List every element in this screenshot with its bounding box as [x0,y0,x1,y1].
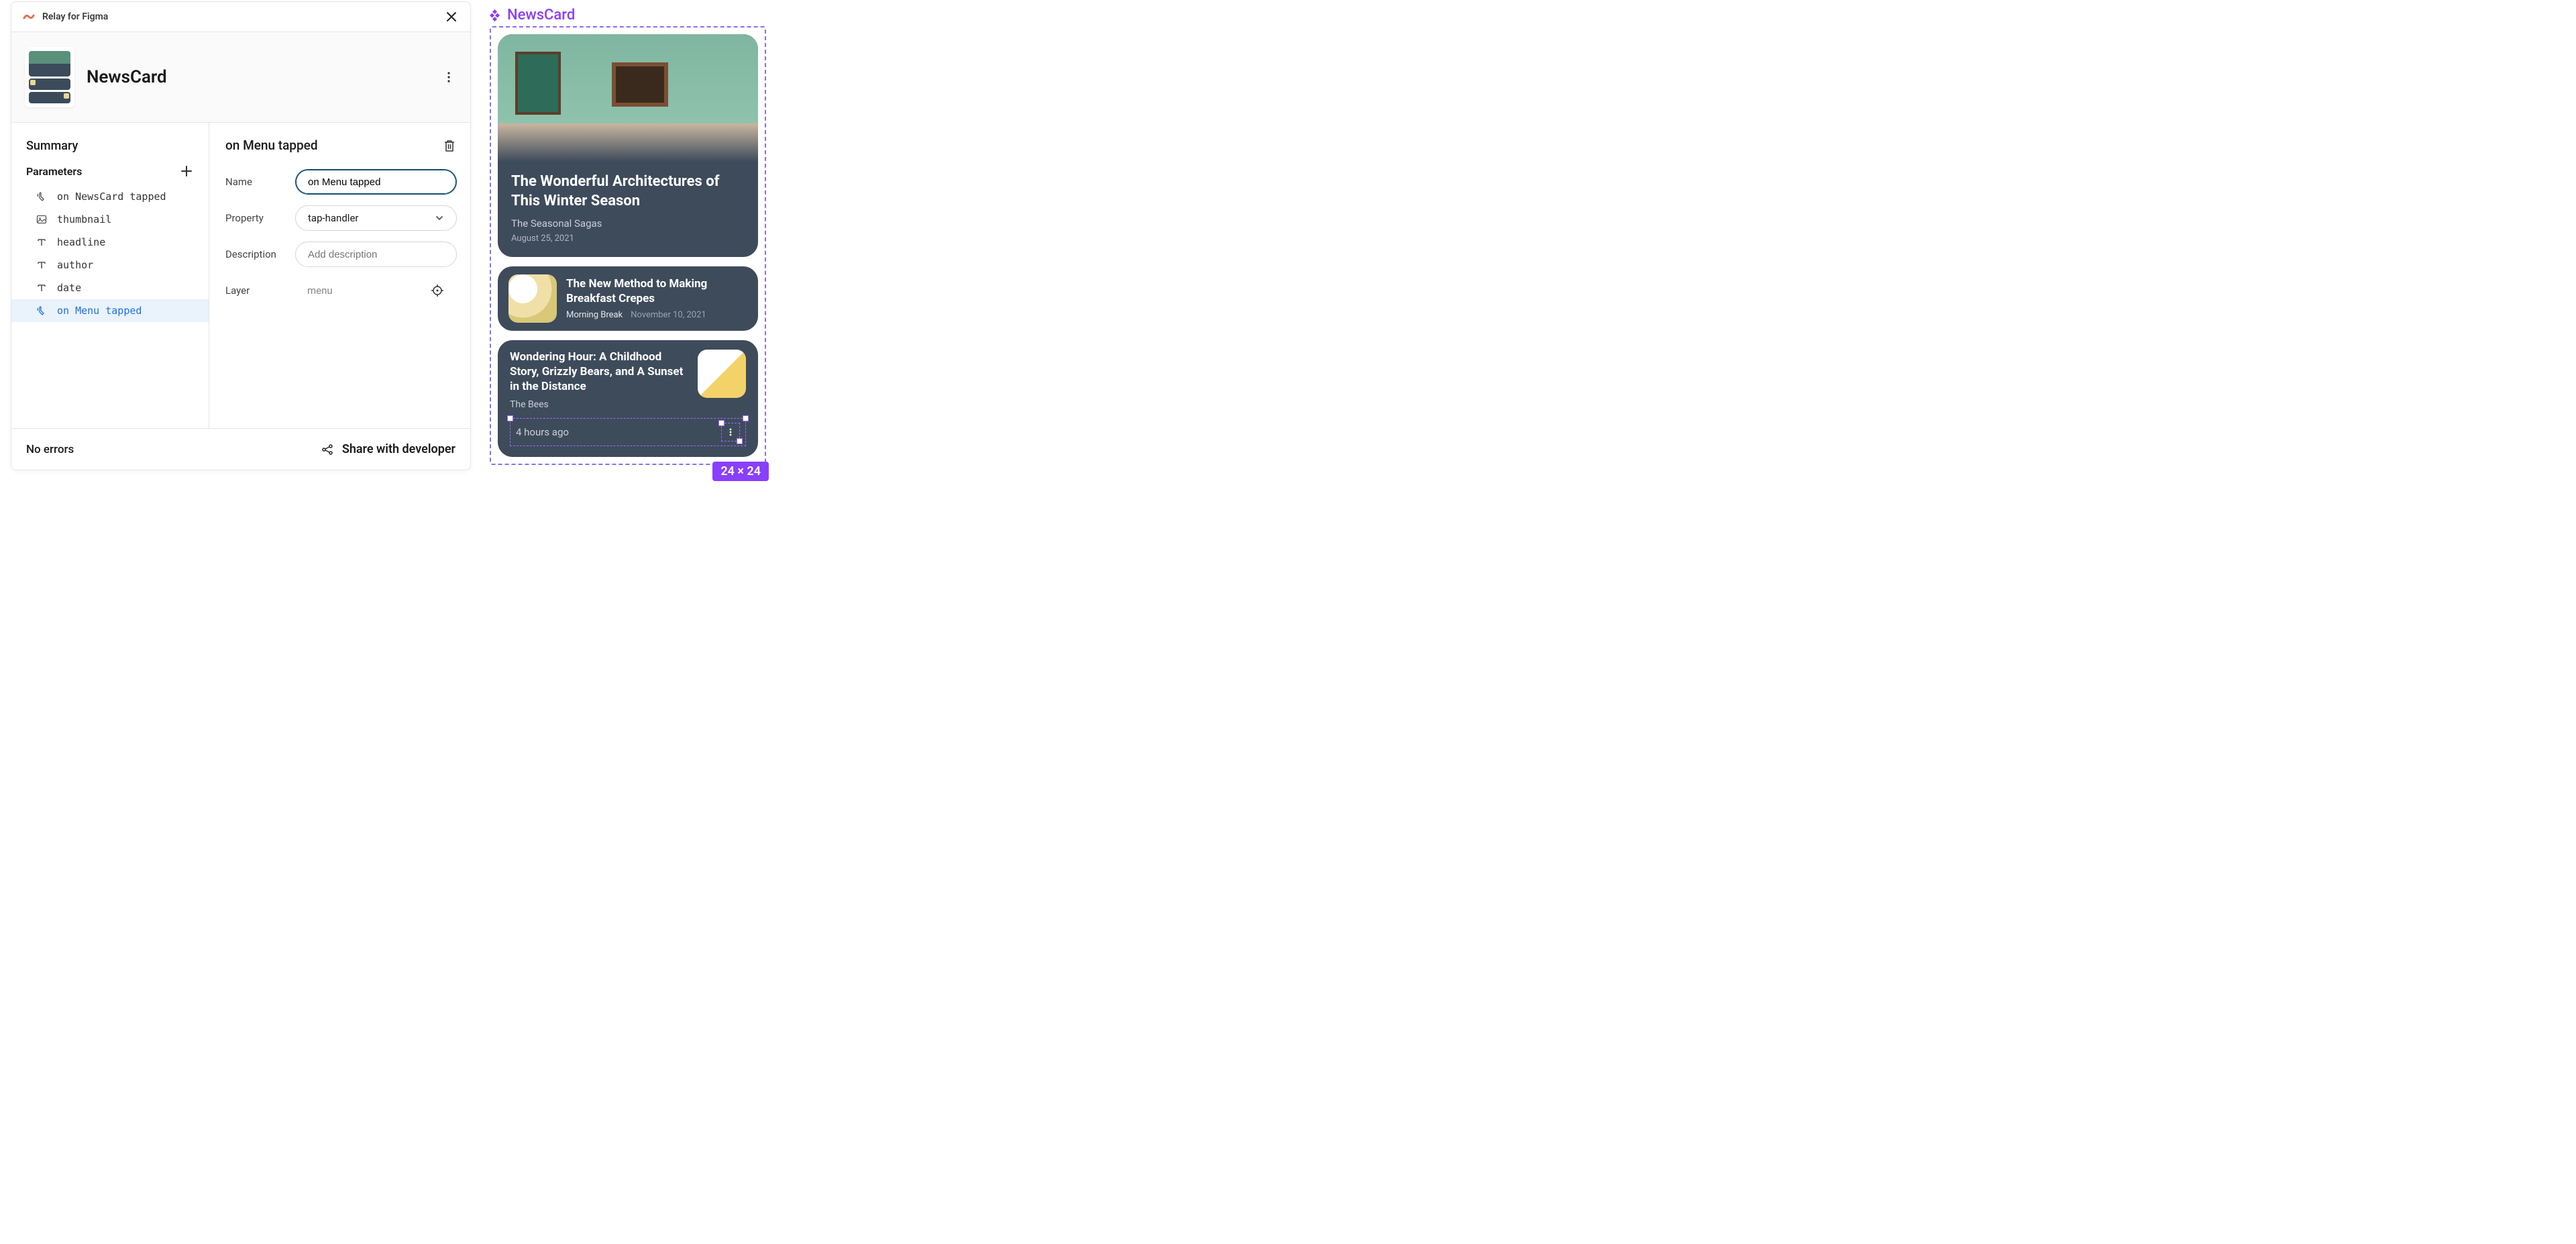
field-description: Description [225,242,457,267]
small-thumbnail [508,274,557,323]
third-time: 4 hours ago [516,426,569,438]
close-button[interactable] [443,9,460,25]
param-row-author[interactable]: author [11,254,209,276]
detail-header: on Menu tapped [225,138,457,153]
component-thumbnail [25,47,74,107]
tap-icon [36,191,48,203]
share-button[interactable]: Share with developer [321,442,455,456]
small-headline: The New Method to Making Breakfast Crepe… [566,277,747,306]
third-card[interactable]: Wondering Hour: A Childhood Story, Grizz… [498,340,758,457]
newscard-frame[interactable]: The Wonderful Architectures of This Wint… [490,26,766,465]
param-row-on-NewsCard-tapped[interactable]: on NewsCard tapped [11,185,209,208]
status-text: No errors [26,443,74,456]
hero-card[interactable]: The Wonderful Architectures of This Wint… [498,34,758,257]
panel-title: Relay for Figma [42,11,437,22]
frame-name: NewsCard [507,7,575,23]
parameters-list: on NewsCard tapped thumbnail headline autho… [11,185,209,322]
panel-footer: No errors Share with developer [11,428,470,470]
add-parameter-button[interactable] [179,164,194,178]
panel-body: Summary Parameters on NewsCard tapped thu… [11,123,470,428]
field-layer: Layer menu [225,278,457,303]
component-header: NewsCard [11,32,470,123]
small-date: November 10, 2021 [631,310,706,320]
hero-author: The Seasonal Sagas [511,217,745,229]
third-thumbnail [698,350,746,398]
property-label: Property [225,212,283,224]
tap-icon [36,305,48,317]
field-name: Name [225,169,457,195]
text-icon [36,236,48,248]
small-body: The New Method to Making Breakfast Crepe… [566,277,747,320]
hero-date: August 25, 2021 [511,234,745,244]
param-label: thumbnail [57,213,111,225]
property-value: tap-handler [308,212,358,224]
component-icon [490,9,502,21]
layer-label: Layer [225,284,283,297]
detail-title: on Menu tapped [225,138,318,153]
component-name: NewsCard [87,67,167,87]
layer-value-row: menu [295,278,457,303]
target-layer-button[interactable] [430,283,445,298]
menu-icon-selected[interactable] [721,423,740,442]
layer-value: menu [307,284,333,297]
relay-panel: Relay for Figma NewsCard Summary Paramet… [11,1,471,470]
panel-title-bar: Relay for Figma [11,2,470,32]
name-input[interactable] [308,176,444,188]
description-label: Description [225,248,283,260]
third-author: The Bees [510,399,688,410]
third-headline: Wondering Hour: A Childhood Story, Grizz… [510,350,688,394]
detail-pane: on Menu tapped Name Property tap-handler [209,123,470,428]
delete-button[interactable] [442,138,457,153]
param-label: date [57,282,81,294]
name-label: Name [225,176,283,188]
text-icon [36,282,48,294]
description-input-wrapper[interactable] [295,242,457,267]
field-property: Property tap-handler [225,205,457,231]
hero-image [498,34,758,162]
param-label: author [57,259,93,271]
dimensions-badge: 24 × 24 [712,462,769,481]
param-label: headline [57,236,105,248]
sidebar: Summary Parameters on NewsCard tapped thu… [11,123,209,428]
small-author: Morning Break [566,310,623,320]
share-label: Share with developer [342,442,455,456]
property-select[interactable]: tap-handler [295,205,457,231]
summary-heading: Summary [11,139,209,164]
frame-label[interactable]: NewsCard [490,7,766,23]
param-row-headline[interactable]: headline [11,231,209,254]
param-row-date[interactable]: date [11,276,209,299]
param-label: on Menu tapped [57,305,142,317]
selected-layer-outline[interactable]: 4 hours ago [510,418,746,446]
share-icon [321,443,334,456]
parameters-header: Parameters [11,164,209,185]
hero-body: The Wonderful Architectures of This Wint… [498,162,758,257]
figma-canvas: NewsCard The Wonderful Architectures of … [490,0,766,470]
parameters-label: Parameters [26,165,82,178]
relay-logo-icon [22,10,36,23]
name-input-wrapper[interactable] [295,169,457,195]
param-row-thumbnail[interactable]: thumbnail [11,208,209,231]
chevron-down-icon [435,213,444,223]
hero-headline: The Wonderful Architectures of This Wint… [511,172,745,211]
text-icon [36,259,48,271]
small-card[interactable]: The New Method to Making Breakfast Crepe… [498,266,758,331]
description-input[interactable] [308,249,444,260]
param-label: on NewsCard tapped [57,191,166,203]
param-row-on-Menu-tapped[interactable]: on Menu tapped [11,299,209,322]
image-icon [36,213,48,225]
more-menu-button[interactable] [441,69,457,85]
